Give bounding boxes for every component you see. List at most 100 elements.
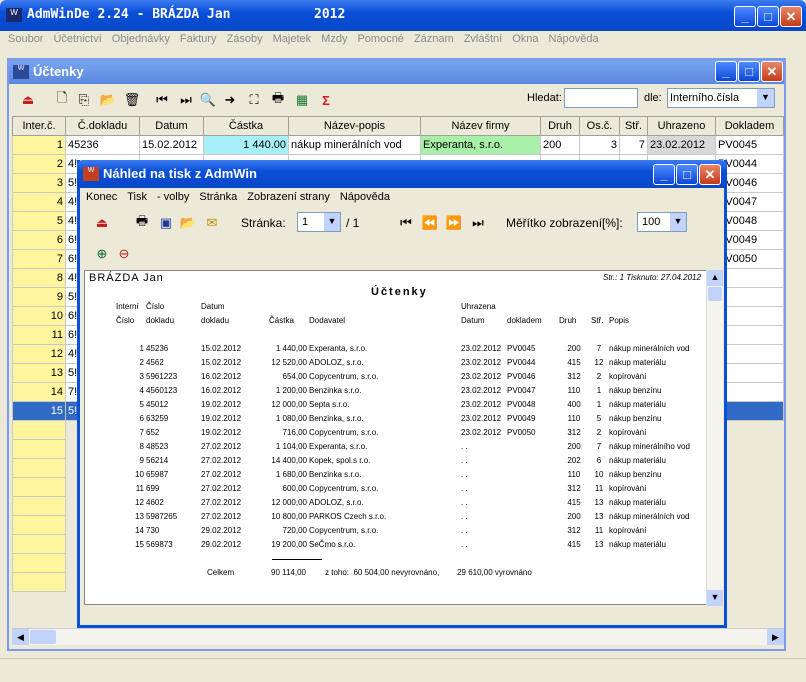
table-cell[interactable]: 3 [579,135,620,155]
scroll-right-icon[interactable]: ▶ [767,629,784,645]
scroll-left-icon[interactable]: ◀ [12,629,29,645]
preview-settings-icon[interactable]: ▣ [156,213,176,233]
page-select[interactable]: 1 ▼ [297,212,341,232]
column-header[interactable]: Č.dokladu [65,116,140,136]
preview-minimize-button[interactable]: _ [653,164,675,185]
column-header[interactable]: Stř. [619,116,648,136]
preview-menu-item[interactable]: Stránka [199,191,237,203]
scale-chevron-down-icon[interactable]: ▼ [670,213,686,231]
goto-icon[interactable]: ➜ [220,90,240,110]
column-header[interactable]: Os.č. [579,116,620,136]
zoom-in-icon[interactable]: ⊕ [92,244,112,264]
search-by-select[interactable]: Interního.čísla ▼ [667,88,775,108]
page-chevron-down-icon[interactable]: ▼ [324,213,340,231]
column-header[interactable]: Datum [139,116,204,136]
column-header[interactable]: Název firmy [420,116,541,136]
grid-hscrollbar[interactable]: ◀ ▶ [12,628,784,645]
table-row[interactable]: 1 45236 15.02.2012 1 440.00 nákup minerálníc… [12,135,784,155]
table-cell[interactable]: Experanta, s.r.o. [420,135,541,155]
search-input[interactable] [564,88,638,108]
uctenky-minimize-button[interactable]: _ [715,61,737,82]
close-button[interactable]: ✕ [780,6,802,27]
print-icon[interactable]: 🖶 [268,90,288,110]
table-cell[interactable]: 12 [12,344,66,364]
zoom-out-icon[interactable]: ⊖ [114,244,134,264]
table-cell[interactable]: 7 [12,249,66,269]
table-cell[interactable]: 3 [12,173,66,193]
sum-icon[interactable]: Σ [316,90,336,110]
preview-vscroll[interactable]: ▲ ▼ [706,270,723,606]
menu-item[interactable]: Majetek [273,33,312,45]
preview-menu-item[interactable]: Zobrazení strany [247,191,330,203]
preview-menu-item[interactable]: Tisk [127,191,147,203]
menu-item[interactable]: Zásoby [227,33,263,45]
menu-item[interactable]: Zvláštní [464,33,503,45]
preview-mail-icon[interactable]: ✉ [202,213,222,233]
new-document-icon[interactable]: 🗋 [52,90,72,110]
menu-item[interactable]: Mzdy [321,33,347,45]
menu-item[interactable]: Objednávky [112,33,170,45]
column-header[interactable]: Název-popis [288,116,421,136]
preview-open-icon[interactable]: 📂 [178,213,198,233]
table-cell[interactable]: 4 [12,192,66,212]
scale-select[interactable]: 100 ▼ [637,212,687,232]
first-page-icon[interactable]: ⏮ [396,213,416,233]
preview-maximize-button[interactable]: □ [676,164,698,185]
table-cell[interactable]: 23.02.2012 [647,135,716,155]
uctenky-maximize-button[interactable]: □ [738,61,760,82]
menu-item[interactable]: Účetnictví [53,33,101,45]
prev-page-icon[interactable]: ⏪ [420,213,440,233]
column-header[interactable]: Dokladem [715,116,784,136]
maximize-button[interactable]: □ [757,6,779,27]
menu-item[interactable]: Nápověda [549,33,599,45]
menu-item[interactable]: Záznam [414,33,454,45]
column-header[interactable]: Uhrazeno [647,116,716,136]
preview-menu-item[interactable]: Konec [86,191,117,203]
last-record-icon[interactable]: ⏭ [176,90,196,110]
menu-item[interactable]: Okna [512,33,538,45]
preview-scroll-thumb[interactable] [708,287,722,301]
first-record-icon[interactable]: ⏮ [152,90,172,110]
menu-item[interactable]: Faktury [180,33,217,45]
minimize-button[interactable]: _ [734,6,756,27]
table-cell[interactable]: 7 [619,135,648,155]
excel-export-icon[interactable]: ▦ [292,90,312,110]
table-cell[interactable]: 10 [12,306,66,326]
menu-item[interactable]: Pomocné [357,33,403,45]
select-icon[interactable]: ⛶ [244,90,264,110]
exit-icon[interactable]: ⏏ [18,90,38,110]
preview-scroll-up-icon[interactable]: ▲ [707,270,723,286]
table-cell[interactable]: 1 440.00 [203,135,289,155]
preview-exit-icon[interactable]: ⏏ [92,213,112,233]
scroll-thumb[interactable] [30,630,56,644]
table-cell[interactable]: 15 [12,401,66,421]
chevron-down-icon[interactable]: ▼ [757,89,774,107]
table-cell[interactable]: 6 [12,230,66,250]
table-cell[interactable]: 45236 [65,135,140,155]
table-cell[interactable]: 11 [12,325,66,345]
table-cell[interactable]: 1 [12,135,66,155]
uctenky-close-button[interactable]: ✕ [761,61,783,82]
preview-scroll-down-icon[interactable]: ▼ [707,590,723,606]
delete-icon[interactable]: 🗑 [122,90,142,110]
column-header[interactable]: Druh [540,116,580,136]
table-cell[interactable]: 13 [12,363,66,383]
table-cell[interactable]: 2 [12,154,66,174]
table-cell[interactable]: 14 [12,382,66,402]
column-header[interactable]: Částka [203,116,289,136]
copy-icon[interactable]: ⎘ [74,90,94,110]
preview-menu-item[interactable]: Nápověda [340,191,390,203]
preview-print-icon[interactable]: 🖶 [132,213,152,233]
table-cell[interactable]: nákup minerálních vod [288,135,421,155]
table-cell[interactable]: 15.02.2012 [139,135,204,155]
search-icon[interactable]: 🔍 [198,90,218,110]
open-folder-icon[interactable]: 📂 [98,90,118,110]
last-page-icon[interactable]: ⏭ [468,213,488,233]
table-cell[interactable]: 200 [540,135,580,155]
table-cell[interactable]: 5 [12,211,66,231]
menu-item[interactable]: Soubor [8,33,43,45]
preview-menu-item[interactable]: - volby [157,191,189,203]
table-cell[interactable]: 9 [12,287,66,307]
next-page-icon[interactable]: ⏩ [444,213,464,233]
table-cell[interactable]: 8 [12,268,66,288]
